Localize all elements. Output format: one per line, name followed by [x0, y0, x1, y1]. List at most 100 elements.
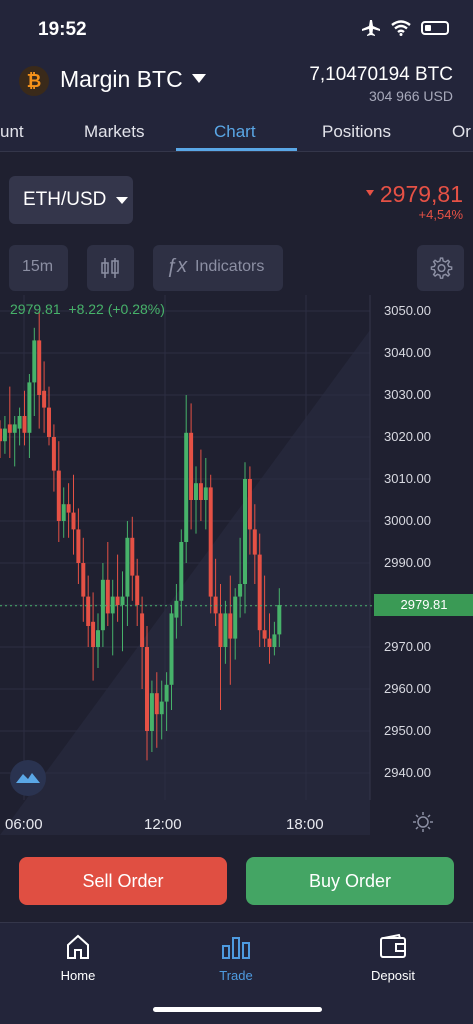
- candle: [208, 474, 213, 614]
- tradingview-logo-icon[interactable]: [10, 760, 46, 796]
- x-tick-label: 06:00: [5, 816, 43, 833]
- interval-button[interactable]: 15m: [9, 245, 68, 291]
- home-indicator: [153, 1007, 322, 1012]
- buy-order-button[interactable]: Buy Order: [246, 857, 454, 905]
- wallet-icon: [380, 933, 406, 958]
- candle: [125, 521, 130, 626]
- y-tick-label: 2970.00: [384, 639, 431, 654]
- status-time: 19:52: [38, 19, 87, 40]
- battery-icon: [421, 21, 449, 35]
- pair-label: ETH/USD: [23, 189, 107, 210]
- y-tick-label: 2940.00: [384, 765, 431, 780]
- pair-selector[interactable]: ETH/USD: [9, 176, 133, 224]
- y-tick-label: 3030.00: [384, 387, 431, 402]
- y-tick-label: 3050.00: [384, 303, 431, 318]
- candle: [42, 361, 47, 433]
- balance-usd: 304 966 USD: [368, 88, 453, 104]
- balance-btc: 7,10470194 BTC: [309, 64, 453, 85]
- chart-settings-button[interactable]: [417, 245, 464, 291]
- nav-deposit-label: Deposit: [370, 968, 416, 983]
- ohlc-change: +8.22 (+0.28%): [68, 301, 165, 317]
- candle: [110, 579, 115, 656]
- candle: [130, 516, 135, 601]
- indicators-label: Indicators: [195, 258, 265, 275]
- gear-icon: [430, 257, 453, 279]
- function-icon: ƒx: [166, 255, 188, 277]
- candle: [32, 327, 37, 416]
- candle: [189, 403, 194, 530]
- bottom-nav: Home Trade Deposit: [0, 922, 473, 1024]
- theme-toggle-icon[interactable]: [412, 811, 434, 833]
- trade-icon: [222, 937, 250, 959]
- wifi-icon: [391, 20, 411, 36]
- account-balance: 7,10470194 BTC 304 966 USD: [309, 64, 453, 104]
- ohlc-info: 2979.81 +8.22 (+0.28%): [10, 301, 165, 317]
- candle: [17, 407, 22, 446]
- candle: [194, 466, 198, 534]
- sell-order-button[interactable]: Sell Order: [19, 857, 227, 905]
- candle: [81, 537, 86, 622]
- candle: [71, 474, 76, 555]
- bitcoin-icon: ₿: [19, 66, 49, 96]
- y-tick-label: 3020.00: [384, 429, 431, 444]
- chart-type-button[interactable]: [87, 245, 134, 291]
- nav-home[interactable]: Home: [28, 933, 128, 983]
- nav-trade-label: Trade: [219, 968, 253, 983]
- candle: [12, 416, 17, 467]
- candle: [198, 449, 203, 521]
- candle: [27, 374, 32, 458]
- price-change: +4,54%: [418, 207, 463, 222]
- candle: [184, 395, 189, 563]
- chevron-down-icon[interactable]: [192, 74, 206, 83]
- candle: [7, 386, 12, 458]
- x-tick-label: 12:00: [144, 816, 182, 833]
- candle: [120, 571, 125, 652]
- candle: [61, 487, 66, 538]
- candle: [86, 575, 91, 647]
- candle: [135, 558, 140, 626]
- ohlc-price: 2979.81: [10, 301, 61, 317]
- y-tick-label: 2960.00: [384, 681, 431, 696]
- tab-account[interactable]: unt: [0, 122, 24, 142]
- x-tick-label: 18:00: [286, 816, 324, 833]
- airplane-icon: [362, 20, 380, 36]
- active-tab-indicator: [176, 148, 297, 151]
- current-price: 2979,81: [365, 181, 463, 207]
- y-tick-label: 3000.00: [384, 513, 431, 528]
- chart-background-shade: [0, 330, 370, 835]
- y-tick-label: 3040.00: [384, 345, 431, 360]
- candle: [51, 424, 56, 492]
- candle: [0, 420, 2, 458]
- home-icon: [67, 934, 89, 959]
- candle: [76, 508, 81, 584]
- y-tick-label: 3010.00: [384, 471, 431, 486]
- nav-deposit[interactable]: Deposit: [343, 933, 443, 983]
- account-title[interactable]: Margin BTC: [60, 66, 183, 93]
- y-tick-label: 2950.00: [384, 723, 431, 738]
- indicators-button[interactable]: ƒx Indicators: [153, 245, 283, 291]
- interval-label: 15m: [22, 258, 54, 275]
- nav-home-label: Home: [60, 968, 96, 983]
- y-tick-label: 2990.00: [384, 555, 431, 570]
- candlestick-icon: [101, 258, 119, 278]
- candle: [2, 416, 7, 454]
- nav-trade[interactable]: Trade: [186, 933, 286, 983]
- candle: [37, 311, 42, 429]
- last-price-tag: 2979.81: [374, 594, 473, 616]
- candle: [96, 613, 100, 668]
- chart-logo-icon: [16, 773, 40, 783]
- candle: [100, 563, 105, 647]
- tab-markets[interactable]: Markets: [84, 122, 144, 142]
- candle: [56, 441, 61, 542]
- tab-orders[interactable]: Or: [452, 122, 471, 142]
- chevron-down-icon: [116, 197, 128, 204]
- candle: [66, 483, 71, 538]
- candle: [115, 554, 120, 622]
- status-icons: [361, 19, 449, 37]
- account-header[interactable]: ₿ Margin BTC 7,10470194 BTC 304 966 USD: [0, 56, 473, 114]
- status-bar: 19:52: [0, 0, 473, 56]
- tab-bar: unt Markets Chart Positions Or: [0, 114, 473, 152]
- tab-positions[interactable]: Positions: [322, 122, 391, 142]
- tab-chart[interactable]: Chart: [214, 122, 256, 142]
- candle: [105, 542, 110, 626]
